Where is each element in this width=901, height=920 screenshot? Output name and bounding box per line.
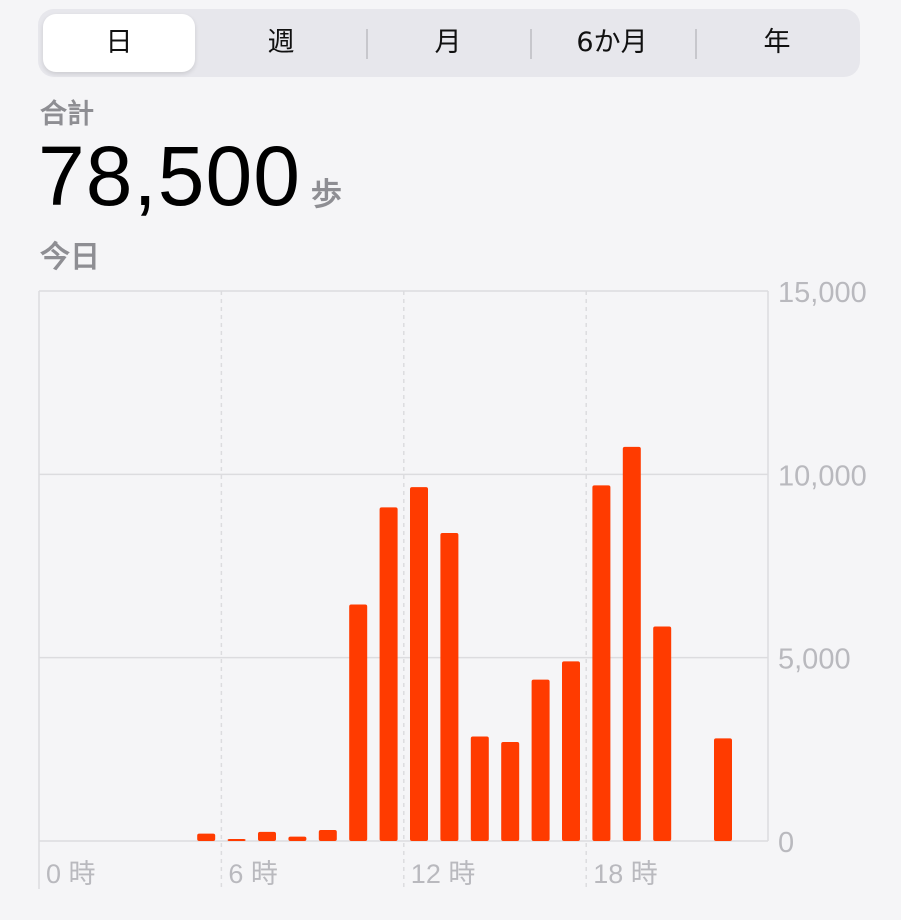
y-tick-label: 10,000 xyxy=(778,460,867,492)
x-tick-label: 0 時 xyxy=(46,859,96,889)
x-tick-label: 18 時 xyxy=(593,859,658,889)
bar-hour-5 xyxy=(197,833,216,841)
x-tick-label: 6 時 xyxy=(228,859,278,889)
hourly-steps-chart: 0 5,000 10,000 15,000 0 時 6 時 12 時 18 時 xyxy=(38,277,867,889)
y-tick-label: 5,000 xyxy=(778,644,851,676)
bar-hour-11 xyxy=(379,507,398,841)
bar-hour-14 xyxy=(470,736,489,841)
bar-hour-7 xyxy=(258,831,276,841)
bar-hour-10 xyxy=(349,604,368,841)
bar-hour-9 xyxy=(318,830,337,841)
x-tick-label: 12 時 xyxy=(411,859,476,889)
bar-hour-8 xyxy=(288,836,307,841)
bar-hour-20 xyxy=(653,626,672,841)
y-tick-label: 15,000 xyxy=(778,277,867,309)
bar-hour-13 xyxy=(440,533,459,841)
y-tick-label: 0 xyxy=(778,827,794,859)
bar-hour-18 xyxy=(592,485,611,841)
bar-hour-6 xyxy=(227,839,246,841)
bar-hour-15 xyxy=(501,742,520,841)
bar-hour-17 xyxy=(562,661,580,841)
bar-hour-22 xyxy=(714,738,732,841)
bar-hour-12 xyxy=(410,487,428,841)
bar-hour-16 xyxy=(531,679,550,841)
bar-hour-19 xyxy=(622,446,641,841)
